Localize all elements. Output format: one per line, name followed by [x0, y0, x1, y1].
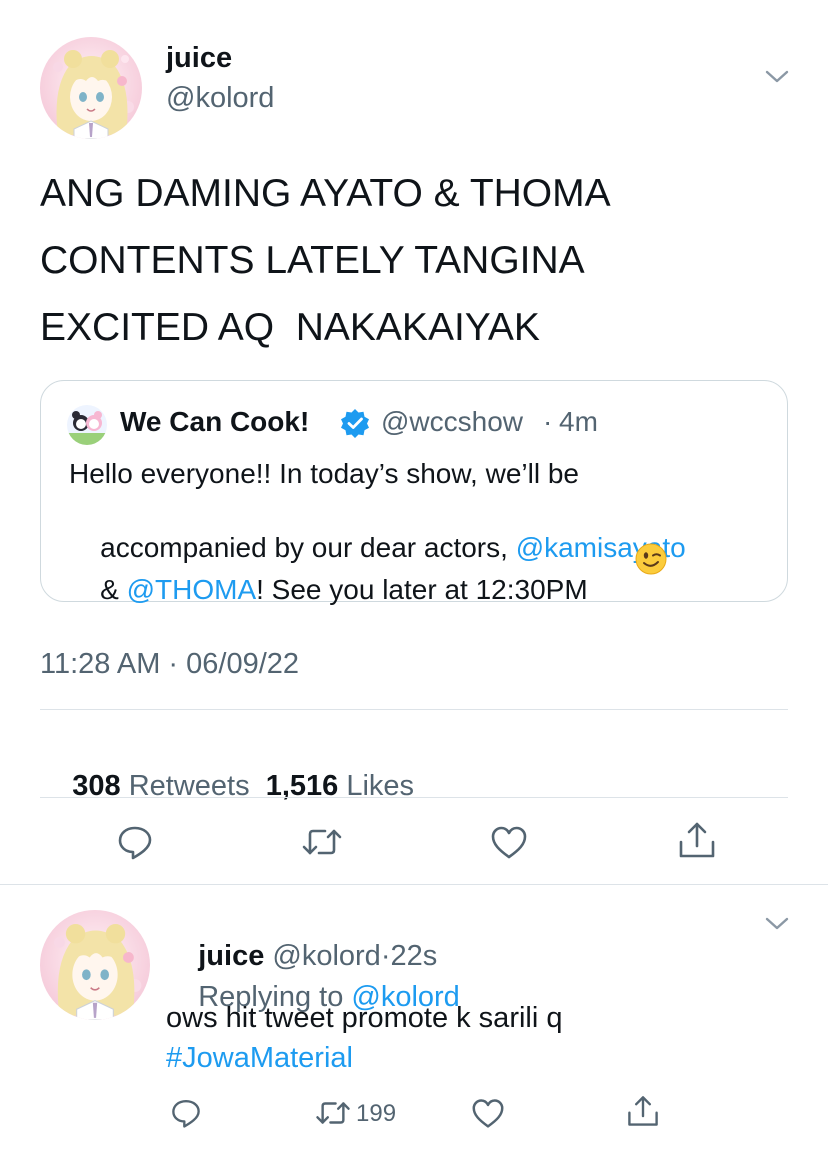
hashtag-link[interactable]: #JowaMaterial	[166, 1042, 353, 1075]
tweet-text-line: EXCITED AQ NAKAKAIYAK	[40, 306, 540, 349]
quote-text-line1: Hello everyone!! In today’s show, we’ll …	[69, 458, 579, 489]
reply-text: ows hit tweet promote k sarili q	[166, 1002, 563, 1034]
retweet-icon[interactable]	[314, 1098, 352, 1128]
quote-handle[interactable]: @wccshow	[381, 406, 523, 438]
quote-display-name[interactable]: We Can Cook!	[120, 406, 309, 438]
retweet-icon[interactable]	[300, 825, 344, 859]
reply-icon[interactable]	[170, 1097, 202, 1129]
quote-text: ! See you later at 12:30PM	[256, 574, 588, 605]
mention-link[interactable]: @THOMA	[127, 574, 257, 605]
share-icon[interactable]	[626, 1094, 660, 1128]
quote-text: &	[100, 574, 127, 605]
avatar[interactable]	[40, 37, 142, 139]
quote-avatar	[67, 405, 107, 445]
like-icon[interactable]	[471, 1097, 505, 1129]
quote-separator: ·	[543, 406, 553, 437]
avatar[interactable]	[40, 910, 150, 1020]
chevron-down-icon[interactable]	[764, 915, 790, 933]
engagement-stats: 308 Retweets 1,516 Likes	[40, 737, 414, 836]
tweet-separator	[0, 884, 828, 885]
tweet-text-line: ANG DAMING AYATO & THOMA	[40, 172, 611, 215]
reply-icon[interactable]	[116, 823, 154, 861]
like-icon[interactable]	[490, 824, 528, 860]
handle[interactable]: @kolord	[166, 82, 274, 115]
divider	[40, 709, 788, 710]
chevron-down-icon[interactable]	[764, 68, 790, 86]
quote-time: 4m	[559, 406, 598, 437]
quote-text-line3: & @THOMA! See you later at 12:30PM	[69, 542, 588, 638]
verified-badge-icon	[340, 408, 370, 443]
share-icon[interactable]	[677, 820, 717, 860]
wink-emoji-icon	[634, 542, 668, 581]
divider	[40, 797, 788, 798]
retweet-count: 199	[356, 1100, 397, 1127]
display-name[interactable]: juice	[166, 42, 232, 75]
tweet-text-line: CONTENTS LATELY TANGINA	[40, 239, 585, 282]
timestamp[interactable]: 11:28 AM · 06/09/22	[40, 648, 299, 681]
